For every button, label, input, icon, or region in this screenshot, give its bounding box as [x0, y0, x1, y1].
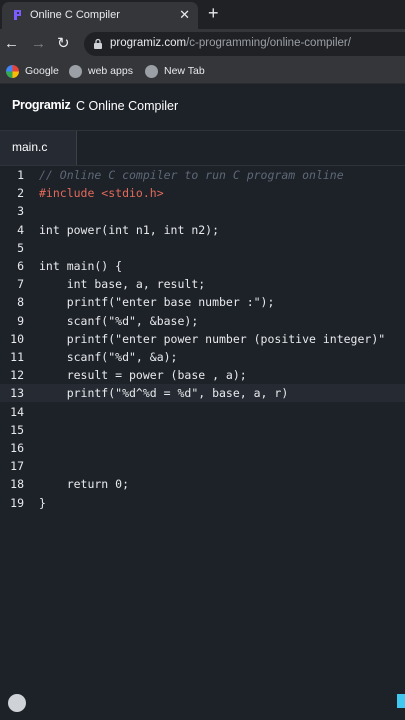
- code-line[interactable]: 13 printf("%d^%d = %d", base, a, r): [0, 384, 405, 403]
- assistant-icon[interactable]: [8, 694, 26, 712]
- code-text: return 0;: [39, 477, 130, 492]
- code-text: int power(int n1, int n2);: [39, 222, 220, 237]
- code-line[interactable]: 9 scanf("%d", &base);: [0, 312, 405, 330]
- line-number: 16: [10, 441, 24, 455]
- code-line[interactable]: 15: [0, 421, 405, 439]
- code-line[interactable]: 12 result = power (base , a);: [0, 366, 405, 384]
- bookmark-label: Google: [25, 65, 59, 77]
- line-number: 4: [17, 222, 24, 237]
- close-tab-icon[interactable]: ✕: [179, 7, 190, 22]
- code-line[interactable]: 2 #include <stdio.h>: [0, 184, 405, 202]
- code-line[interactable]: 18 return 0;: [0, 475, 405, 493]
- app-header: Programiz C Online Compiler: [0, 84, 405, 130]
- code-text: scanf("%d", &base);: [39, 313, 199, 328]
- line-number: 11: [10, 350, 24, 364]
- line-number: 1: [17, 168, 24, 182]
- code-text: // Online C compiler to run C program on…: [39, 168, 344, 182]
- code-editor[interactable]: 1 // Online C compiler to run C program o…: [0, 166, 405, 686]
- url-host: programiz.com: [110, 37, 187, 49]
- line-number: 3: [17, 204, 24, 219]
- new-tab-icon[interactable]: +: [208, 3, 219, 23]
- code-line[interactable]: 5: [0, 239, 405, 257]
- lock-icon[interactable]: [92, 38, 104, 50]
- code-text: result = power (base , a);: [39, 368, 247, 383]
- browser-tab[interactable]: Online C Compiler ✕: [2, 2, 198, 29]
- new-tab-icon: [145, 64, 158, 78]
- code-text: scanf("%d", &a);: [39, 350, 178, 364]
- bookmark-web-apps[interactable]: web apps: [69, 63, 133, 79]
- code-text: printf("enter base number :");: [39, 295, 275, 310]
- line-number: 2: [17, 186, 24, 201]
- file-tab-label: main.c: [12, 140, 48, 154]
- programiz-logo[interactable]: Programiz: [12, 98, 71, 112]
- bookmark-label: New Tab: [164, 65, 205, 77]
- line-number: 8: [17, 295, 24, 310]
- code-line[interactable]: 1 // Online C compiler to run C program o…: [0, 166, 405, 184]
- code-line[interactable]: 16: [0, 439, 405, 457]
- tab-title: Online C Compiler: [30, 9, 120, 21]
- code-line[interactable]: 11 scanf("%d", &a);: [0, 348, 405, 366]
- line-number: 19: [10, 495, 24, 510]
- code-text: int base, a, result;: [39, 277, 206, 292]
- line-number: 14: [10, 404, 24, 419]
- file-tab-main-c[interactable]: main.c: [0, 131, 77, 165]
- corner-indicator: [397, 694, 405, 708]
- bottom-bar: [0, 686, 405, 720]
- web-apps-icon: [69, 64, 82, 78]
- code-text: int main() {: [39, 259, 123, 273]
- line-number: 15: [10, 422, 24, 437]
- line-number: 5: [17, 240, 24, 255]
- page-title: C Online Compiler: [76, 99, 179, 113]
- bookmark-label: web apps: [88, 65, 133, 77]
- bookmark-new-tab[interactable]: New Tab: [145, 63, 205, 79]
- code-text: }: [39, 495, 46, 510]
- code-line[interactable]: 17: [0, 457, 405, 475]
- file-tab-bar: main.c: [0, 130, 405, 166]
- code-line[interactable]: 19}: [0, 494, 405, 512]
- line-number: 18: [10, 477, 24, 492]
- line-number: 9: [17, 313, 24, 328]
- line-number: 12: [10, 368, 24, 383]
- code-line[interactable]: 7 int base, a, result;: [0, 275, 405, 293]
- back-icon[interactable]: ←: [4, 35, 19, 53]
- code-line[interactable]: 4 int power(int n1, int n2);: [0, 221, 405, 239]
- code-line[interactable]: 14: [0, 403, 405, 421]
- line-number: 17: [10, 459, 24, 474]
- line-number: 6: [17, 259, 24, 273]
- forward-icon[interactable]: →: [31, 35, 46, 53]
- code-text: printf("enter power number (positive int…: [39, 331, 386, 346]
- url-path: /c-programming/online-compiler/: [186, 37, 351, 49]
- line-number: 13: [10, 386, 24, 401]
- code-text: #include <stdio.h>: [39, 186, 164, 201]
- browser-tab-strip: Online C Compiler ✕ +: [0, 0, 405, 29]
- url-text[interactable]: programiz.com/c-programming/online-compi…: [110, 37, 351, 49]
- google-icon: [6, 64, 19, 78]
- line-number: 10: [10, 331, 24, 346]
- code-line[interactable]: 8 printf("enter base number :");: [0, 293, 405, 311]
- address-bar[interactable]: programiz.com/c-programming/online-compi…: [84, 32, 405, 56]
- browser-toolbar: ← → ↻ programiz.com/c-programming/online…: [0, 29, 405, 59]
- line-number: 7: [17, 277, 24, 292]
- programiz-favicon-icon: [14, 10, 21, 20]
- bookmarks-bar: Google web apps New Tab: [0, 59, 405, 84]
- code-line[interactable]: 10 printf("enter power number (positive …: [0, 330, 405, 348]
- reload-icon[interactable]: ↻: [57, 35, 70, 53]
- code-line[interactable]: 3: [0, 202, 405, 220]
- code-text: printf("%d^%d = %d", base, a, r): [39, 386, 289, 401]
- code-line[interactable]: 6 int main() {: [0, 257, 405, 275]
- bookmark-google[interactable]: Google: [6, 63, 59, 79]
